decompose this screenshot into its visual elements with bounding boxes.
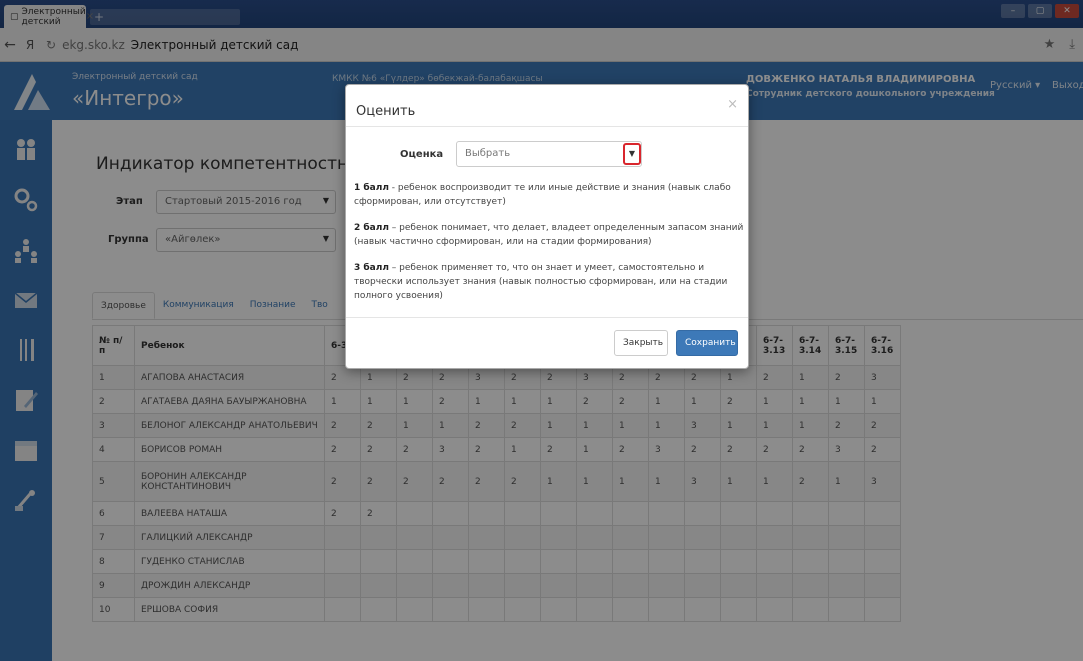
modal-footer: Закрыть Сохранить [346,317,748,369]
modal-header: Оценить × [346,85,748,127]
grade-description-3: 3 балл – ребенок применяет то, что он зн… [354,261,744,303]
grade-description-2: 2 балл – ребенок понимает, что делает, в… [354,221,744,249]
close-icon[interactable]: × [727,97,738,112]
save-button[interactable]: Сохранить [676,330,738,356]
chevron-down-icon[interactable]: ▼ [623,143,641,165]
close-button[interactable]: Закрыть [614,330,668,356]
grade-1-text: - ребенок воспроизводит те или иные дейс… [354,183,731,207]
grade-description-1: 1 балл - ребенок воспроизводит те или ин… [354,181,744,209]
grade-3-text: – ребенок применяет то, что он знает и у… [354,263,728,301]
grade-2-text: – ребенок понимает, что делает, владеет … [354,223,744,247]
grade-2-title: 2 балл [354,223,389,233]
grade-select[interactable]: Выбрать [456,141,642,167]
grade-select-value: Выбрать [465,148,511,159]
grade-label: Оценка [400,149,444,160]
modal-title: Оценить [356,104,416,119]
grade-1-title: 1 балл [354,183,389,193]
rate-modal: Оценить × Оценка Выбрать ▼ 1 балл - ребе… [345,84,749,369]
grade-3-title: 3 балл [354,263,389,273]
